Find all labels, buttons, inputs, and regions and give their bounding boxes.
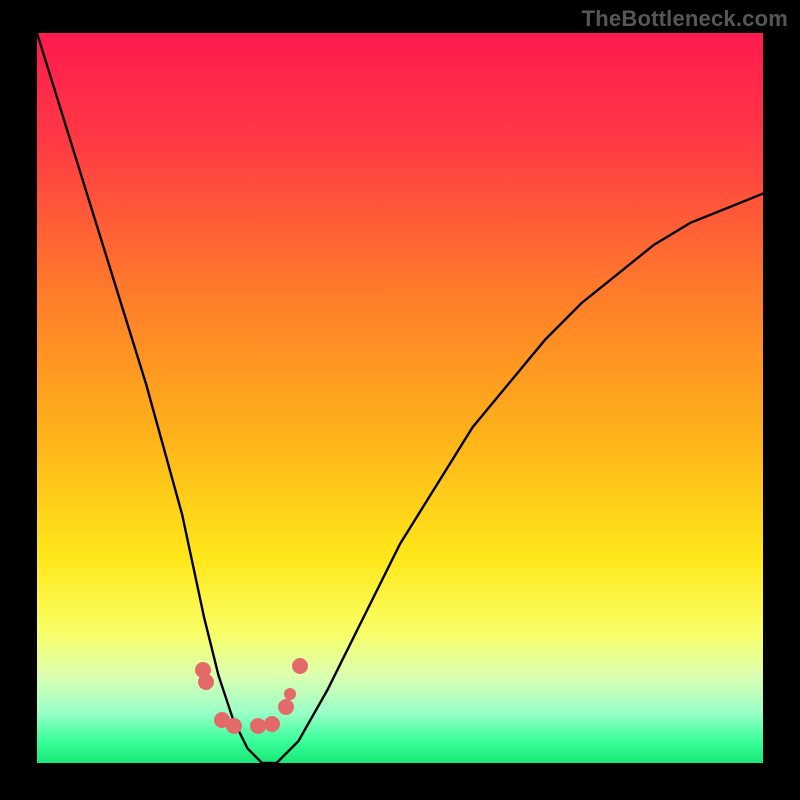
curve-marker xyxy=(284,688,296,700)
curve-marker xyxy=(278,699,294,715)
curve-marker xyxy=(264,716,280,732)
plot-background xyxy=(37,33,763,763)
curve-marker xyxy=(292,658,308,674)
chart-svg xyxy=(0,0,800,800)
curve-marker xyxy=(198,674,214,690)
watermark-text: TheBottleneck.com xyxy=(582,6,788,32)
curve-marker xyxy=(250,718,266,734)
curve-marker xyxy=(226,718,242,734)
chart-frame: { "watermark": "TheBottleneck.com", "plo… xyxy=(0,0,800,800)
